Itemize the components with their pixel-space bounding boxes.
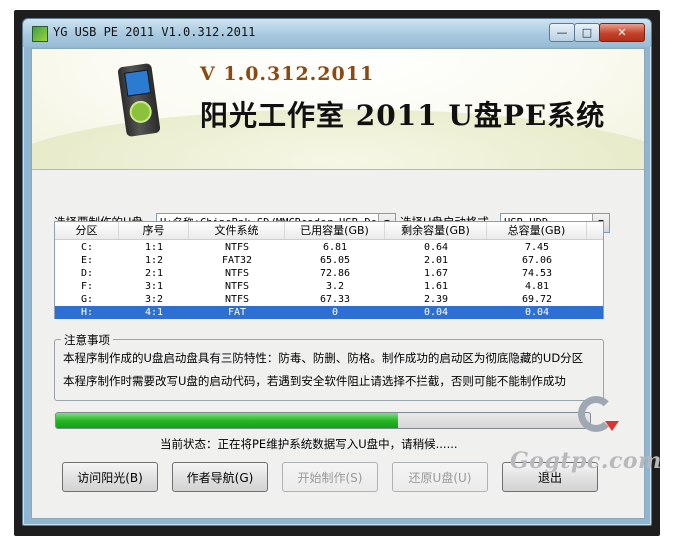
- table-cell: E:: [80, 255, 94, 266]
- table-cell: 0.04: [524, 307, 550, 318]
- table-cell: 3:2: [144, 294, 164, 305]
- table-cell: F:: [80, 281, 94, 292]
- table-cell: 2:1: [144, 268, 164, 279]
- table-cell: 3.2: [325, 281, 345, 292]
- author-guide-button[interactable]: 作者导航(G): [172, 462, 268, 492]
- table-cell: 2.01: [423, 255, 449, 266]
- notice-line: 本程序制作成的U盘启动盘具有三防特性：防毒、防删、防格。制作成功的启动区为彻底隐…: [63, 351, 584, 365]
- table-cell: 1:1: [144, 242, 164, 253]
- close-button[interactable]: ✕: [599, 23, 645, 42]
- table-row[interactable]: H: 4:1 FAT 0 0.04 0.04: [55, 306, 603, 319]
- table-cell: 67.06: [521, 255, 553, 266]
- table-row[interactable]: C: 1:1 NTFS 6.81 0.64 7.45: [55, 241, 603, 254]
- table-cell: 6.81: [322, 242, 348, 253]
- column-header[interactable]: 总容量(GB): [487, 222, 587, 239]
- table-cell: C:: [80, 242, 94, 253]
- table-cell: NTFS: [224, 242, 250, 253]
- table-cell: 1.61: [423, 281, 449, 292]
- status-text: 当前状态：正在将PE维护系统数据写入U盘中，请稍候......: [160, 437, 458, 451]
- table-cell: 0: [331, 307, 339, 318]
- restore-button[interactable]: 还原U盘(U): [392, 462, 488, 492]
- table-cell: NTFS: [224, 268, 250, 279]
- table-cell: NTFS: [224, 281, 250, 292]
- table-cell: 67.33: [319, 294, 351, 305]
- banner-version: V 1.0.312.2011: [200, 63, 375, 85]
- watermark-text: Gogtpc.com: [510, 448, 662, 474]
- banner-title: 阳光工作室 2011 U盘PE系统: [200, 99, 606, 132]
- table-cell: 0.04: [423, 307, 449, 318]
- table-row[interactable]: G: 3:2 NTFS 67.33 2.39 69.72: [55, 293, 603, 306]
- table-cell: 0.64: [423, 242, 449, 253]
- list-header: 分区 序号 文件系统 已用容量(GB) 剩余容量(GB) 总容量(GB): [55, 222, 603, 240]
- table-cell: 3:1: [144, 281, 164, 292]
- progress-bar: [55, 412, 591, 429]
- maximize-button[interactable]: □: [574, 23, 600, 42]
- banner: V 1.0.312.2011 阳光工作室 2011 U盘PE系统: [32, 49, 644, 170]
- progress-fill: [56, 413, 398, 428]
- table-cell: 65.05: [319, 255, 351, 266]
- column-header[interactable]: 分区: [55, 222, 119, 239]
- notice-title: 注意事项: [61, 332, 113, 348]
- title-bar[interactable]: YG USB PE 2011 V1.0.312.2011 — □ ✕: [23, 19, 651, 47]
- notice-line: 本程序制作时需要改写U盘的启动代码，若遇到安全软件阻止请选择不拦截，否则可能不能…: [63, 374, 566, 388]
- table-row[interactable]: E: 1:2 FAT32 65.05 2.01 67.06: [55, 254, 603, 267]
- watermark-arrow-icon: [605, 421, 619, 431]
- table-row[interactable]: D: 2:1 NTFS 72.86 1.67 74.53: [55, 267, 603, 280]
- table-cell: 1.67: [423, 268, 449, 279]
- table-cell: NTFS: [224, 294, 250, 305]
- table-cell: 7.45: [524, 242, 550, 253]
- table-cell: 69.72: [521, 294, 553, 305]
- table-cell: 4.81: [524, 281, 550, 292]
- table-cell: H:: [80, 307, 94, 318]
- table-cell: G:: [80, 294, 94, 305]
- table-cell: 2.39: [423, 294, 449, 305]
- window-title: YG USB PE 2011 V1.0.312.2011: [53, 25, 256, 39]
- table-cell: FAT: [227, 307, 247, 318]
- minimize-button[interactable]: —: [549, 23, 575, 42]
- table-cell: 4:1: [144, 307, 164, 318]
- column-header[interactable]: 文件系统: [189, 222, 285, 239]
- column-header[interactable]: 已用容量(GB): [285, 222, 385, 239]
- table-cell: 1:2: [144, 255, 164, 266]
- table-cell: 72.86: [319, 268, 351, 279]
- partition-list[interactable]: 分区 序号 文件系统 已用容量(GB) 剩余容量(GB) 总容量(GB) C: 1…: [54, 221, 604, 319]
- table-row[interactable]: F: 3:1 NTFS 3.2 1.61 4.81: [55, 280, 603, 293]
- start-button[interactable]: 开始制作(S): [282, 462, 378, 492]
- notice-box: 注意事项 本程序制作成的U盘启动盘具有三防特性：防毒、防删、防格。制作成功的启动…: [54, 332, 604, 401]
- table-cell: 74.53: [521, 268, 553, 279]
- app-icon: [32, 26, 48, 42]
- column-header[interactable]: 剩余容量(GB): [385, 222, 487, 239]
- table-cell: D:: [80, 268, 94, 279]
- column-header[interactable]: 序号: [119, 222, 189, 239]
- table-cell: FAT32: [221, 255, 253, 266]
- visit-button[interactable]: 访问阳光(B): [62, 462, 158, 492]
